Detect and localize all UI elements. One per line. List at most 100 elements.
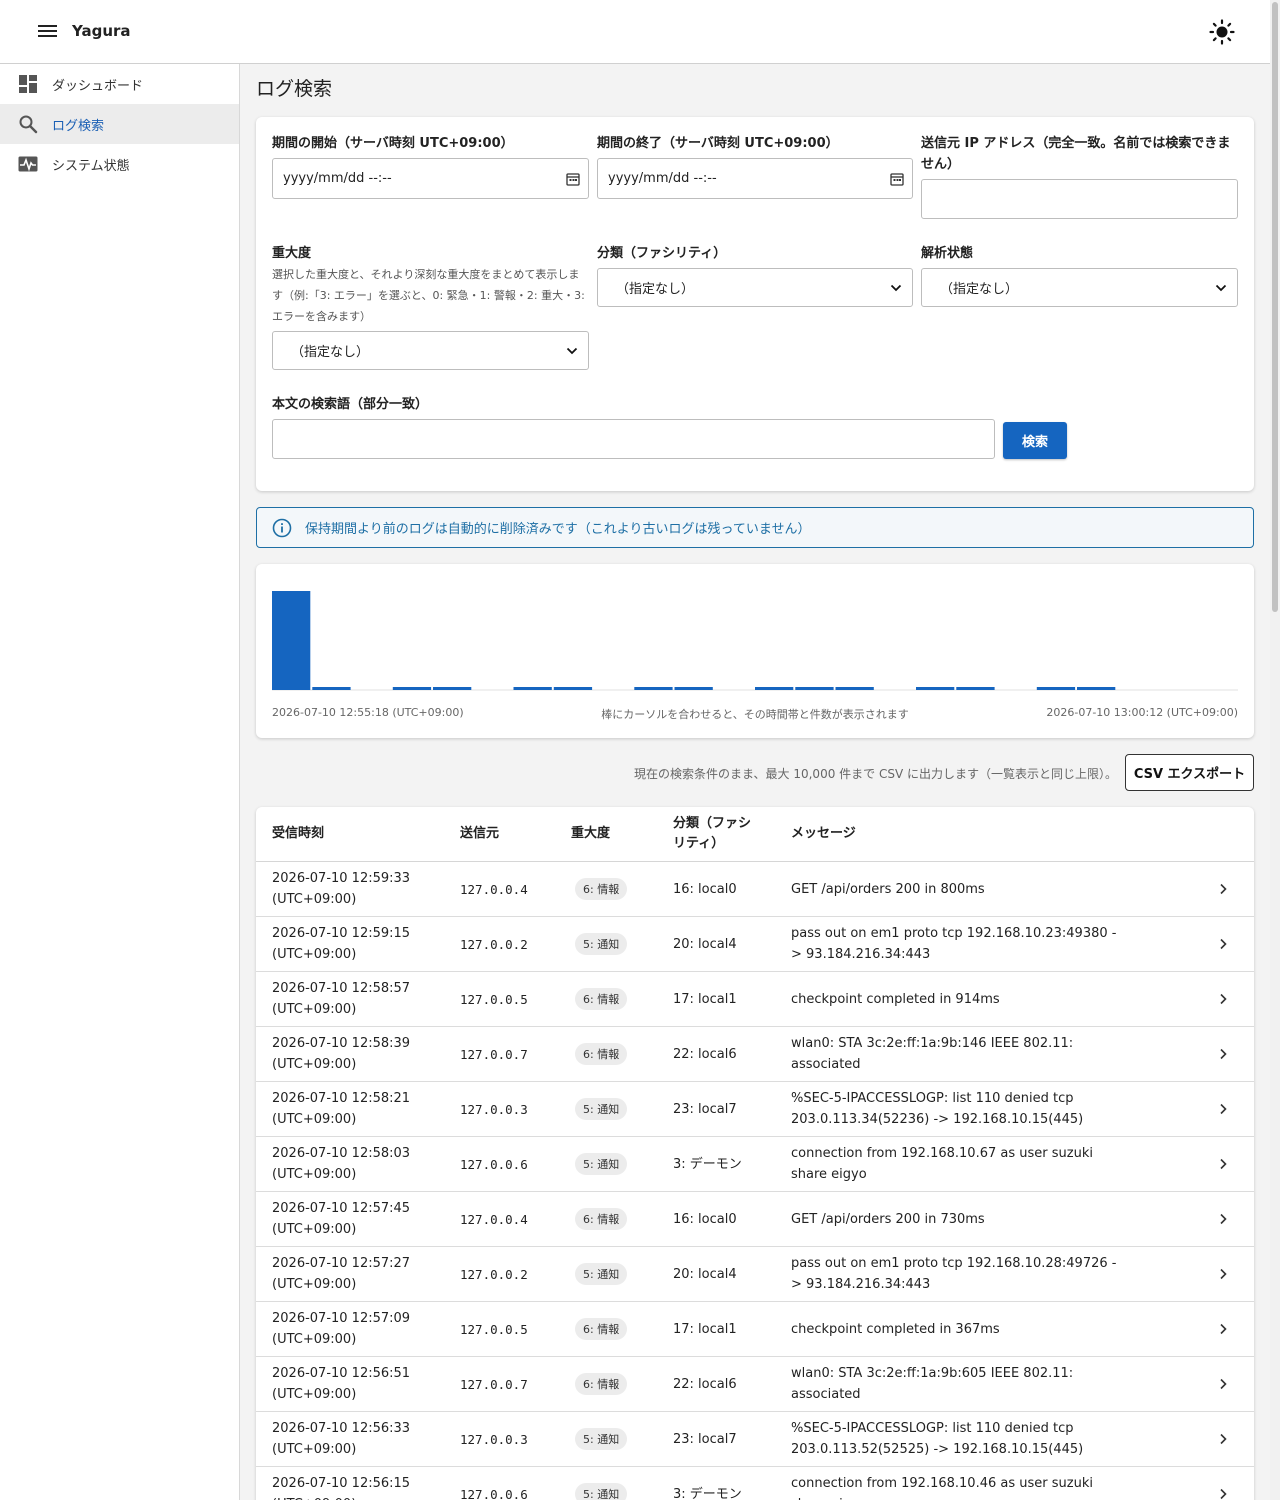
- cell-time: 2026-07-10 12:58:03 (UTC+09:00): [272, 1137, 410, 1191]
- chevron-right-icon[interactable]: [1218, 1433, 1228, 1445]
- search-filter-card: 期間の開始（サーバ時刻 UTC+09:00） yyyy/mm/dd --:-- …: [256, 117, 1254, 491]
- alert-text: 保持期間より前のログは自動的に削除済みです（これより古いログは残っていません）: [305, 522, 811, 537]
- chevron-right-icon[interactable]: [1218, 1323, 1228, 1335]
- keyword-label: 本文の検索語（部分一致）: [272, 397, 429, 412]
- chevron-right-icon[interactable]: [1218, 993, 1228, 1005]
- table-row[interactable]: 2026-07-10 12:56:33 (UTC+09:00) 127.0.0.3 5…: [256, 1412, 1254, 1467]
- cell-time: 2026-07-10 12:56:15 (UTC+09:00): [272, 1467, 410, 1500]
- histogram-bar[interactable]: [553, 687, 593, 690]
- start-date-input[interactable]: yyyy/mm/dd --:--: [272, 158, 589, 199]
- retention-info-alert: 保持期間より前のログは自動的に削除済みです（これより古いログは残っていません）: [256, 507, 1254, 548]
- severity-badge: 6: 情報: [575, 1373, 628, 1395]
- calendar-icon[interactable]: [890, 172, 904, 186]
- severity-badge: 6: 情報: [575, 878, 628, 900]
- sidebar-item-log-search[interactable]: ログ検索: [0, 104, 239, 144]
- histogram-bar[interactable]: [1036, 687, 1076, 690]
- cell-message: %SEC-5-IPACCESSLOGP: list 110 denied tcp…: [791, 1421, 1084, 1457]
- cell-source: 127.0.0.4: [460, 1211, 528, 1227]
- histogram-bar[interactable]: [755, 687, 794, 690]
- analysis-status-select[interactable]: （指定なし）: [921, 268, 1238, 307]
- chevron-right-icon[interactable]: [1218, 1048, 1228, 1060]
- severity-select[interactable]: （指定なし）: [272, 331, 589, 370]
- chevron-right-icon[interactable]: [1218, 1213, 1228, 1225]
- severity-help-text: 選択した重大度と、それより深刻な重大度をまとめて表示します（例:「3: エラー」…: [272, 268, 585, 323]
- cell-timezone: (UTC+09:00): [272, 1442, 357, 1457]
- source-ip-input[interactable]: [921, 179, 1238, 219]
- histogram-bar[interactable]: [956, 687, 995, 690]
- chevron-down-icon: [890, 284, 902, 292]
- csv-export-button[interactable]: CSV エクスポート: [1125, 754, 1254, 791]
- severity-badge: 5: 通知: [575, 933, 628, 955]
- cell-message: connection from 192.168.10.46 as user su…: [791, 1476, 1093, 1500]
- cell-message: checkpoint completed in 367ms: [791, 1321, 1000, 1337]
- keyword-input[interactable]: [272, 419, 995, 459]
- histogram-bar[interactable]: [392, 687, 432, 690]
- cell-date: 2026-07-10 12:58:21: [272, 1091, 411, 1106]
- cell-timezone: (UTC+09:00): [272, 1112, 357, 1127]
- search-button[interactable]: 検索: [1003, 422, 1067, 459]
- histogram-bar[interactable]: [795, 687, 834, 690]
- table-row[interactable]: 2026-07-10 12:57:27 (UTC+09:00) 127.0.0.2 5…: [256, 1247, 1254, 1302]
- sidebar-item-system-status[interactable]: システム状態: [0, 144, 239, 184]
- table-row[interactable]: 2026-07-10 12:58:03 (UTC+09:00) 127.0.0.6 5…: [256, 1137, 1254, 1192]
- table-row[interactable]: 2026-07-10 12:59:33 (UTC+09:00) 127.0.0.4 6…: [256, 862, 1254, 917]
- chevron-right-icon[interactable]: [1218, 1158, 1228, 1170]
- page-scrollbar[interactable]: [1270, 0, 1280, 1500]
- cell-source: 127.0.0.2: [460, 1266, 528, 1282]
- facility-label: 分類（ファシリティ）: [597, 246, 727, 261]
- chevron-right-icon[interactable]: [1218, 938, 1228, 950]
- table-row[interactable]: 2026-07-10 12:58:39 (UTC+09:00) 127.0.0.7 6…: [256, 1027, 1254, 1082]
- histogram-bar[interactable]: [916, 687, 955, 690]
- cell-facility: 22: local6: [673, 1376, 737, 1392]
- export-note: 現在の検索条件のまま、最大 10,000 件まで CSV に出力します（一覧表示…: [634, 767, 1117, 781]
- cell-time: 2026-07-10 12:56:51 (UTC+09:00): [272, 1357, 410, 1411]
- table-row[interactable]: 2026-07-10 12:58:21 (UTC+09:00) 127.0.0.3 5…: [256, 1082, 1254, 1137]
- histogram-bar[interactable]: [272, 591, 311, 690]
- end-date-input[interactable]: yyyy/mm/dd --:--: [597, 158, 913, 199]
- chevron-right-icon[interactable]: [1218, 1488, 1228, 1500]
- cell-source: 127.0.0.7: [460, 1376, 528, 1392]
- table-row[interactable]: 2026-07-10 12:57:09 (UTC+09:00) 127.0.0.5 6…: [256, 1302, 1254, 1357]
- facility-select[interactable]: （指定なし）: [597, 268, 913, 307]
- histogram-bar[interactable]: [513, 687, 552, 690]
- cell-source: 127.0.0.2: [460, 936, 528, 952]
- sidebar-item-dashboard[interactable]: ダッシュボード: [0, 64, 239, 104]
- cell-time: 2026-07-10 12:58:39 (UTC+09:00): [272, 1027, 410, 1081]
- start-date-label: 期間の開始（サーバ時刻 UTC+09:00）: [272, 136, 514, 151]
- chevron-right-icon[interactable]: [1218, 883, 1228, 895]
- calendar-icon[interactable]: [566, 172, 580, 186]
- menu-icon[interactable]: [36, 22, 60, 42]
- column-header-facility: 分類（ファシリティ）: [673, 816, 752, 851]
- analysis-status-select-value: （指定なし）: [940, 282, 1019, 297]
- cell-timezone: (UTC+09:00): [272, 1277, 357, 1292]
- cell-facility: 20: local4: [673, 936, 737, 952]
- severity-label: 重大度: [272, 246, 312, 261]
- cell-time: 2026-07-10 12:57:09 (UTC+09:00): [272, 1302, 410, 1356]
- cell-time: 2026-07-10 12:56:33 (UTC+09:00): [272, 1412, 410, 1466]
- table-row[interactable]: 2026-07-10 12:57:45 (UTC+09:00) 127.0.0.4 6…: [256, 1192, 1254, 1247]
- theme-toggle-icon[interactable]: [1208, 18, 1236, 46]
- scrollbar-thumb[interactable]: [1272, 2, 1278, 612]
- facility-select-value: （指定なし）: [616, 282, 695, 297]
- histogram-bar[interactable]: [312, 687, 351, 690]
- search-icon: [19, 115, 38, 134]
- chevron-right-icon[interactable]: [1218, 1103, 1228, 1115]
- chevron-right-icon[interactable]: [1218, 1378, 1228, 1390]
- column-header-message: メッセージ: [791, 826, 856, 841]
- cell-message: checkpoint completed in 914ms: [791, 991, 1000, 1007]
- table-row[interactable]: 2026-07-10 12:58:57 (UTC+09:00) 127.0.0.5 6…: [256, 972, 1254, 1027]
- histogram-bar[interactable]: [835, 687, 874, 690]
- cell-facility: 23: local7: [673, 1101, 737, 1117]
- histogram-bar[interactable]: [674, 687, 713, 690]
- chevron-right-icon[interactable]: [1218, 1268, 1228, 1280]
- histogram-bar[interactable]: [433, 687, 472, 690]
- table-row[interactable]: 2026-07-10 12:56:15 (UTC+09:00) 127.0.0.6 5…: [256, 1467, 1254, 1500]
- table-row[interactable]: 2026-07-10 12:59:15 (UTC+09:00) 127.0.0.2 5…: [256, 917, 1254, 972]
- cell-date: 2026-07-10 12:57:09: [272, 1311, 411, 1326]
- histogram-bar[interactable]: [634, 687, 673, 690]
- histogram-bar[interactable]: [1077, 687, 1116, 690]
- cell-facility: 23: local7: [673, 1431, 737, 1447]
- histogram-card: 2026-07-10 12:55:18 (UTC+09:00) 棒にカーソルを合…: [256, 564, 1254, 738]
- cell-timezone: (UTC+09:00): [272, 1332, 357, 1347]
- table-row[interactable]: 2026-07-10 12:56:51 (UTC+09:00) 127.0.0.7 6…: [256, 1357, 1254, 1412]
